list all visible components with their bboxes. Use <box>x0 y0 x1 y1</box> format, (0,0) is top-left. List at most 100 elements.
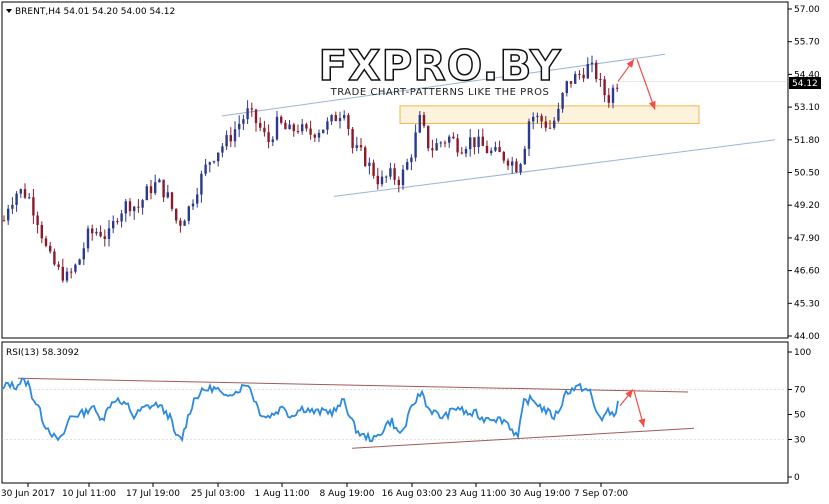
bull-candle <box>322 129 325 134</box>
candle-body <box>49 245 52 252</box>
candle-body <box>574 74 577 84</box>
candle-body <box>82 248 85 260</box>
candle-body <box>460 152 463 154</box>
candle-body <box>397 179 400 186</box>
candle-body <box>494 146 497 151</box>
candle-body <box>280 116 283 123</box>
candle-body <box>347 115 350 129</box>
candle-body <box>616 87 619 89</box>
candle-body <box>569 81 573 84</box>
candle-body <box>229 135 232 142</box>
candle-body <box>452 136 455 139</box>
candle-body <box>385 176 388 178</box>
candle-body <box>242 119 245 124</box>
candle-body <box>502 152 505 161</box>
price-tick-label: 49.20 <box>794 201 820 211</box>
candle-body <box>376 175 379 185</box>
candle-body <box>578 74 581 76</box>
rsi-tick-label: 50 <box>794 411 806 421</box>
candle-body <box>364 147 367 166</box>
time-tick-label: 10 Jul 11:00 <box>62 489 116 499</box>
price-tick-label: 45.30 <box>794 299 820 309</box>
bull-candle <box>145 183 148 201</box>
candle-body <box>233 129 237 142</box>
candle-body <box>611 87 615 103</box>
bear-candle <box>427 125 430 152</box>
candle-body <box>11 204 14 209</box>
candle-body <box>599 78 602 80</box>
bull-candle <box>78 258 81 266</box>
candle-body <box>553 120 556 128</box>
candle-body <box>330 115 333 122</box>
bull-candle <box>86 225 90 253</box>
current-price-label: 54.12 <box>792 79 818 89</box>
candle-body <box>532 116 535 122</box>
price-tick-label: 50.50 <box>794 169 820 179</box>
candle-body <box>481 136 484 146</box>
candle-body <box>284 122 287 130</box>
candle-body <box>133 206 136 212</box>
candle-body <box>422 114 426 126</box>
rsi-tick-label: 100 <box>794 348 811 358</box>
candle-body <box>246 108 249 120</box>
candle-body <box>2 220 6 222</box>
candle-body <box>217 152 220 162</box>
candle-body <box>166 192 169 198</box>
candle-body <box>200 173 203 195</box>
candle-body <box>527 121 531 149</box>
candle-body <box>208 162 211 165</box>
candle-body <box>519 164 522 173</box>
candle-body <box>120 213 123 222</box>
candle-body <box>607 95 610 103</box>
candle-body <box>380 176 384 185</box>
candle-body <box>61 266 64 281</box>
candle-body <box>78 259 81 265</box>
candle-body <box>86 228 90 249</box>
candle-body <box>158 179 161 183</box>
candle-body <box>355 145 358 148</box>
candle-body <box>254 109 258 124</box>
candle-body <box>65 271 69 281</box>
rsi-tick-label: 30 <box>794 436 806 446</box>
candle-body <box>271 139 274 142</box>
candle-body <box>179 220 182 226</box>
candle-body <box>435 143 438 151</box>
watermark-logo: FXPRO.BY <box>318 41 561 90</box>
candle-body <box>212 161 216 163</box>
time-tick-label: 1 Aug 11:00 <box>255 489 310 499</box>
candle-body <box>263 127 266 133</box>
price-tick-label: 55.70 <box>794 38 820 48</box>
candle-body <box>32 197 35 216</box>
candle-body <box>305 124 308 129</box>
candle-body <box>586 64 589 79</box>
time-tick-label: 25 Jul 03:00 <box>191 489 245 499</box>
candle-body <box>141 200 144 208</box>
candle-body <box>590 62 594 65</box>
candle-body <box>406 162 409 170</box>
time-tick-label: 30 Aug 19:00 <box>510 489 571 499</box>
candle-body <box>28 197 31 199</box>
candle-body <box>603 79 606 96</box>
candle-body <box>557 108 560 121</box>
candle-body <box>410 157 413 163</box>
time-tick-label: 8 Aug 19:00 <box>320 489 375 499</box>
candle-body <box>196 194 199 204</box>
candle-body <box>259 123 262 128</box>
price-tick-label: 47.90 <box>794 234 820 244</box>
candle-body <box>225 135 228 147</box>
time-tick-label: 16 Aug 03:00 <box>382 489 443 499</box>
candle-body <box>275 116 279 140</box>
candle-body <box>145 186 148 201</box>
candle-body <box>511 161 514 166</box>
candle-body <box>313 134 316 138</box>
candle-body <box>595 62 598 79</box>
candle-body <box>154 182 157 194</box>
candle-body <box>464 149 468 154</box>
candle-body <box>414 132 417 158</box>
candle-body <box>477 136 480 148</box>
candle-body <box>149 186 153 194</box>
candle-body <box>536 115 539 117</box>
time-tick-label: 7 Sep 07:00 <box>574 489 629 499</box>
candle-body <box>393 168 396 180</box>
time-tick-label: 17 Jul 19:00 <box>126 489 180 499</box>
